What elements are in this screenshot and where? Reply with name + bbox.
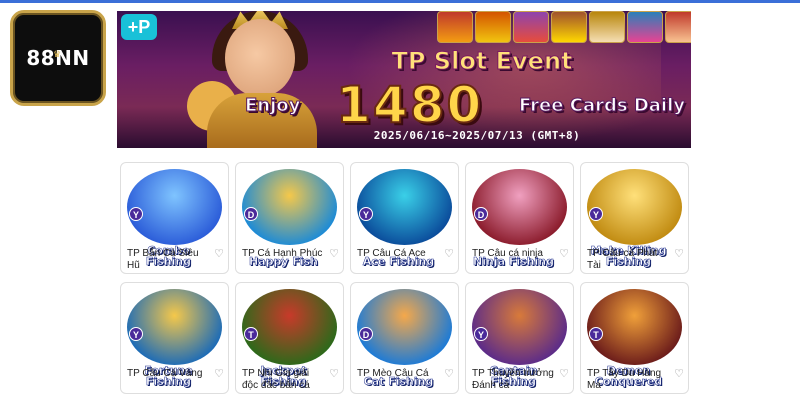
thumbnail	[475, 11, 511, 43]
thumbnail	[665, 11, 691, 43]
heart-outline-icon[interactable]: ♡	[674, 248, 684, 260]
heart-outline-icon[interactable]: ♡	[214, 248, 224, 260]
art-background	[587, 289, 682, 365]
thumbnail	[627, 11, 663, 43]
event-dates: 2025/06/16~2025/07/13 (GMT+8)	[373, 129, 581, 142]
game-art	[357, 289, 452, 365]
brand-badge: T	[244, 327, 258, 341]
heart-outline-icon[interactable]: ♡	[444, 248, 454, 260]
game-card[interactable]: D Ninja Fishing TP Câu cá ninja ♡	[465, 162, 574, 274]
game-name: TP Câu Cá Vàng	[127, 368, 203, 379]
game-art	[242, 169, 337, 245]
game-art	[587, 289, 682, 365]
game-card[interactable]: T Jackpot Fishing TP Nhị Gia giải độc đắ…	[235, 282, 344, 394]
offer-row: Enjoy 1480 Free Cards Daily	[244, 75, 686, 135]
game-art	[357, 169, 452, 245]
game-name: TP Câu cá Phát Tài	[587, 248, 658, 271]
heart-outline-icon[interactable]: ♡	[674, 368, 684, 380]
promo-banner[interactable]: +P TP Slot Event Enjoy 1480 Free Cards D…	[117, 11, 691, 148]
thumbnail	[437, 11, 473, 43]
brand-badge: Y	[474, 327, 488, 341]
game-art	[127, 169, 222, 245]
game-card[interactable]: Y Captain Fishing TP Thuyền trưởng Đánh …	[465, 282, 574, 394]
art-background	[587, 169, 682, 245]
game-art	[242, 289, 337, 365]
game-card[interactable]: Y Make Killing Fishing TP Câu cá Phát Tà…	[580, 162, 689, 274]
game-art	[472, 289, 567, 365]
game-name: TP Cá Hạnh Phúc	[242, 248, 323, 259]
game-name: TP Câu cá ninja	[472, 248, 543, 259]
art-background	[242, 289, 337, 365]
thumbnail	[513, 11, 549, 43]
free-cards-text: Free Cards Daily	[519, 94, 686, 116]
offer-number: 1480	[335, 75, 484, 135]
event-title: TP Slot Event	[391, 47, 573, 76]
heart-outline-icon[interactable]: ♡	[444, 368, 454, 380]
brand-badge: Y	[129, 327, 143, 341]
heart-outline-icon[interactable]: ♡	[559, 368, 569, 380]
art-background	[472, 169, 567, 245]
brand-badge: Y	[129, 207, 143, 221]
game-card[interactable]: Y Fortune Fishing TP Câu Cá Vàng ♡	[120, 282, 229, 394]
art-background	[357, 289, 452, 365]
brand-badge: D	[359, 327, 373, 341]
art-background	[127, 169, 222, 245]
game-art	[127, 289, 222, 365]
game-name: TP Tây Du Hàng Ma	[587, 368, 662, 391]
thumbnail	[589, 11, 625, 43]
game-thumbnails-strip	[437, 11, 691, 43]
thumbnail	[551, 11, 587, 43]
heart-outline-icon[interactable]: ♡	[329, 248, 339, 260]
game-card[interactable]: T Demon Conquered TP Tây Du Hàng Ma ♡	[580, 282, 689, 394]
game-name: TP Thuyền trưởng Đánh cá	[472, 368, 554, 391]
game-card[interactable]: D Happy Fish TP Cá Hạnh Phúc ♡	[235, 162, 344, 274]
game-card[interactable]: Y Combo Fishing TP Bắn Cá Siêu Hũ ♡	[120, 162, 229, 274]
brand-badge: T	[589, 327, 603, 341]
brand-badge: D	[474, 207, 488, 221]
brand-badge: Y	[589, 207, 603, 221]
game-name: TP Câu Cá Ace	[357, 248, 426, 259]
game-art	[587, 169, 682, 245]
game-card[interactable]: D Cat Fishing TP Mèo Câu Cá ♡	[350, 282, 459, 394]
game-name: TP Mèo Câu Cá	[357, 368, 429, 379]
art-background	[242, 169, 337, 245]
game-name: TP Nhị Gia giải độc đắc bắn cá	[242, 368, 310, 391]
game-card[interactable]: Y Ace Fishing TP Câu Cá Ace ♡	[350, 162, 459, 274]
heart-outline-icon[interactable]: ♡	[214, 368, 224, 380]
brand-badge: Y	[359, 207, 373, 221]
enjoy-text: Enjoy	[244, 94, 301, 116]
art-background	[127, 289, 222, 365]
crown-icon: ♛	[53, 49, 62, 59]
top-accent-line	[0, 0, 800, 3]
provider-badge: +P	[121, 14, 157, 40]
heart-outline-icon[interactable]: ♡	[559, 248, 569, 260]
game-name: TP Bắn Cá Siêu Hũ	[127, 248, 199, 271]
site-logo[interactable]: ♛ 88NN	[10, 10, 106, 106]
brand-badge: D	[244, 207, 258, 221]
game-art	[472, 169, 567, 245]
heart-outline-icon[interactable]: ♡	[329, 368, 339, 380]
art-background	[472, 289, 567, 365]
art-background	[357, 169, 452, 245]
